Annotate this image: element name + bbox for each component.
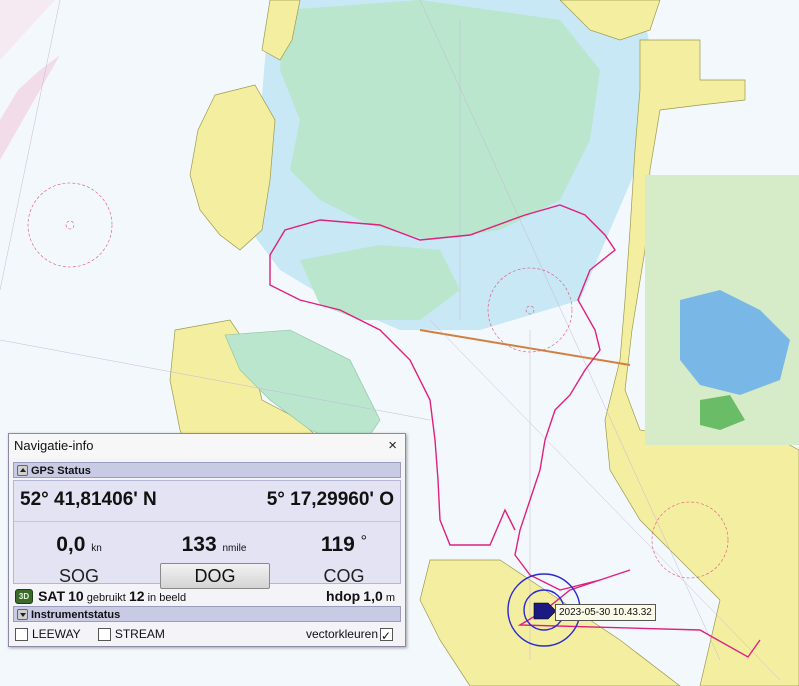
sat-used-value: 10 [68, 588, 84, 604]
hdop-unit: m [385, 592, 395, 604]
close-icon[interactable]: × [388, 434, 397, 458]
gps-status-label: GPS Status [31, 465, 91, 477]
position-timestamp: 2023-05-30 10.43.32 [555, 604, 656, 621]
sat-used-text: gebruikt [86, 592, 126, 604]
dog-value: 133 [181, 533, 217, 556]
collapse-arrow-icon[interactable] [17, 465, 28, 476]
cog-unit: ° [360, 533, 368, 550]
latitude-value: 52° 41,81406' N [20, 489, 157, 510]
hdop-label: hdop [326, 588, 361, 604]
vector-colors-option: vectorkleuren [305, 624, 397, 646]
panel-title: Navigatie-info [14, 438, 94, 453]
longitude-value: 5° 17,29960' O [266, 489, 394, 510]
gps-status-header[interactable]: GPS Status [13, 462, 401, 478]
sog-label: SOG [58, 566, 99, 586]
hdop-reading: hdop 1,0 m [326, 586, 395, 608]
leeway-label: LEEWAY [32, 627, 81, 641]
sog-value: 0,0 [56, 533, 86, 556]
navigation-info-panel: Navigatie-info × GPS Status 52° 41,81406… [8, 433, 406, 647]
sat-label: SAT [38, 588, 66, 604]
panel-title-bar[interactable]: Navigatie-info × [9, 434, 405, 458]
hdop-value: 1,0 [363, 588, 383, 604]
vector-colors-label: vectorkleuren [305, 627, 378, 641]
dog-unit: nmile [222, 543, 247, 554]
vector-colors-checkbox[interactable] [380, 626, 393, 646]
sog-unit: kn [91, 543, 102, 554]
expand-arrow-icon[interactable] [17, 609, 28, 620]
cog-value: 119 [320, 533, 355, 556]
cog-reading: 119 ° [304, 533, 384, 557]
satellite-row: 3D SAT 10 gebruikt 12 in beeld hdop 1,0 … [13, 586, 401, 606]
sat-visible-text: in beeld [147, 592, 187, 604]
sat-visible-value: 12 [128, 588, 145, 604]
sog-reading: 0,0 kn [34, 533, 124, 557]
divider [14, 521, 400, 522]
fix-3d-icon: 3D [15, 589, 33, 604]
stream-label: STREAM [114, 627, 165, 641]
stream-checkbox[interactable] [97, 628, 111, 642]
tidal-flats [280, 0, 600, 240]
instrument-status-label: Instrumentstatus [31, 609, 121, 621]
options-row: LEEWAY STREAM vectorkleuren [13, 624, 401, 646]
leeway-checkbox[interactable] [15, 628, 28, 642]
gps-data-box: 52° 41,81406' N 5° 17,29960' O 0,0 kn 13… [13, 480, 401, 589]
dog-reading: 133 nmile [160, 533, 268, 557]
cog-label: COG [323, 566, 365, 586]
instrument-status-header[interactable]: Instrumentstatus [13, 606, 401, 622]
